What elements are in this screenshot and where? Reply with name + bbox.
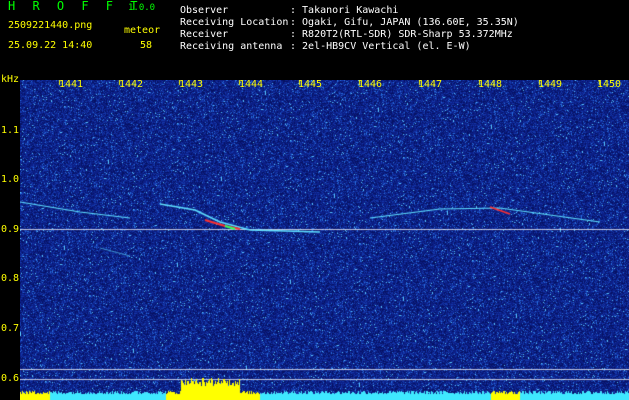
x-tick-label: 1442 <box>119 79 144 90</box>
hrofft-window: H R O F F T 1.0.0 2509221440.png 25.09.2… <box>0 0 629 400</box>
receiver-value: : R820T2(RTL-SDR) SDR-Sharp 53.372MHz <box>290 29 513 40</box>
y-tick-label: 1.1 <box>1 125 20 136</box>
x-tick-label: 1447 <box>418 79 443 90</box>
image-filename: 2509221440.png <box>8 20 93 31</box>
receiver-key: Receiver <box>180 29 229 40</box>
y-tick-label: 0.6 <box>1 373 20 384</box>
x-tick-label: 1450 <box>597 79 622 90</box>
x-tick-label: 1445 <box>298 79 323 90</box>
y-axis-unit: kHz <box>1 74 20 85</box>
x-tick-label: 1446 <box>358 79 383 90</box>
x-tick-label: 1443 <box>179 79 204 90</box>
spectrogram-plot <box>20 80 629 400</box>
y-tick-label: 0.8 <box>1 273 20 284</box>
y-tick-label: 0.9 <box>1 224 20 235</box>
observer-value: : Takanori Kawachi <box>290 5 399 16</box>
antenna-value: : 2el-HB9CV Vertical (el. E-W) <box>290 41 471 52</box>
x-tick-label: 1449 <box>538 79 563 90</box>
app-version: 1.0.0 <box>128 3 156 13</box>
app-name: H R O F F T <box>8 0 143 13</box>
location-key: Receiving Location <box>180 17 289 28</box>
y-tick-label: 0.7 <box>1 323 20 334</box>
antenna-key: Receiving antenna <box>180 41 283 52</box>
detection-mode-label: meteor <box>124 25 161 36</box>
x-tick-label: 1448 <box>478 79 503 90</box>
detection-count: 58 <box>140 40 153 51</box>
observer-key: Observer <box>180 5 229 16</box>
x-tick-label: 1444 <box>239 79 264 90</box>
y-tick-label: 1.0 <box>1 174 20 185</box>
observation-datetime: 25.09.22 14:40 <box>8 40 93 51</box>
location-value: : Ogaki, Gifu, JAPAN (136.60E, 35.35N) <box>290 17 519 28</box>
x-tick-label: 1441 <box>59 79 84 90</box>
